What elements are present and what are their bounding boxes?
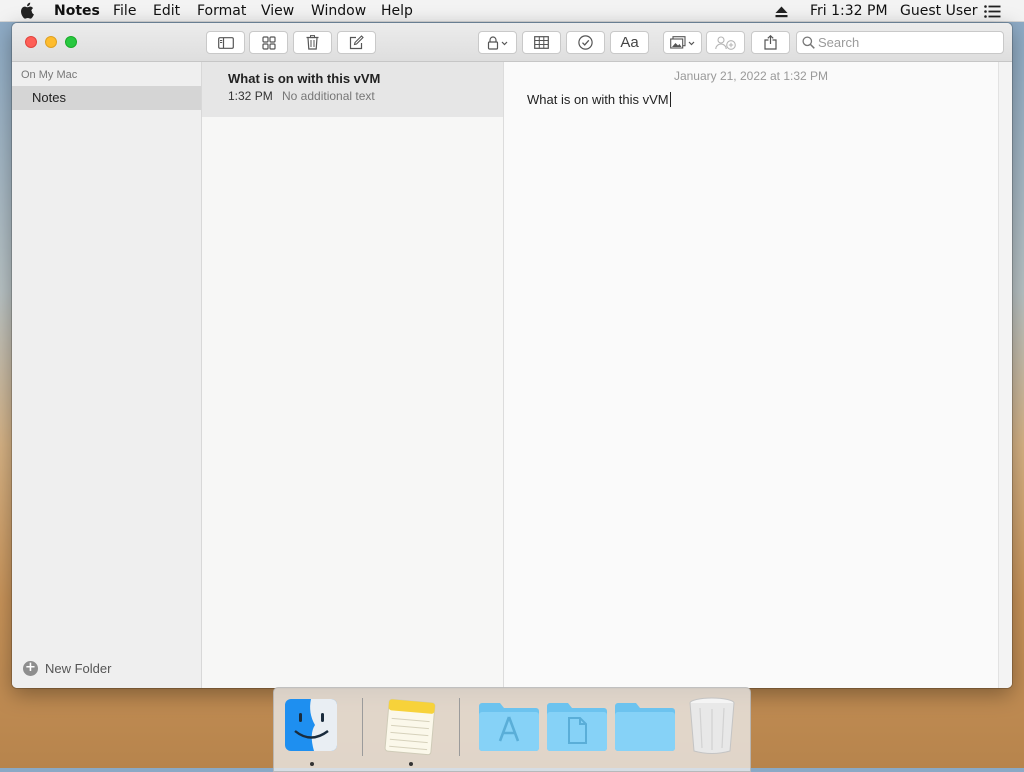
- note-date: January 21, 2022 at 1:32 PM: [673, 69, 829, 83]
- close-button[interactable]: [25, 36, 37, 48]
- running-indicator: [310, 762, 314, 766]
- zoom-button[interactable]: [65, 36, 77, 48]
- list-icon[interactable]: [984, 5, 1001, 23]
- menu-file[interactable]: File: [113, 2, 136, 20]
- sidebar-item-label: Notes: [32, 90, 66, 105]
- lock-button[interactable]: [478, 31, 517, 54]
- documents-folder-icon[interactable]: [546, 700, 608, 756]
- search-field[interactable]: [796, 31, 1004, 54]
- note-body-text[interactable]: What is on with this vVM: [527, 92, 671, 107]
- share-icon: [764, 35, 777, 50]
- menu-edit[interactable]: Edit: [153, 2, 180, 20]
- running-indicator: [409, 762, 413, 766]
- note-title: What is on with this vVM: [228, 71, 381, 86]
- text-style-icon: Aa: [620, 34, 639, 51]
- gallery-icon: [261, 35, 276, 50]
- text-cursor: [669, 92, 671, 107]
- new-folder-button[interactable]: + New Folder: [23, 659, 111, 677]
- menu-help[interactable]: Help: [381, 2, 413, 20]
- minimize-button[interactable]: [45, 36, 57, 48]
- sidebar-toggle-button[interactable]: [206, 31, 245, 54]
- trash-icon: [306, 35, 319, 50]
- note-list: What is on with this vVM 1:32 PM No addi…: [202, 62, 504, 688]
- eject-icon[interactable]: [775, 5, 788, 23]
- sidebar-section-header: On My Mac: [21, 69, 78, 81]
- list-item[interactable]: What is on with this vVM 1:32 PM No addi…: [202, 62, 503, 117]
- folders-sidebar: On My Mac Notes + New Folder: [12, 62, 202, 688]
- delete-note-button[interactable]: [293, 31, 332, 54]
- notes-window: Aa On My Mac Notes: [12, 23, 1012, 688]
- dock-separator: [362, 698, 363, 756]
- dock-separator: [459, 698, 460, 756]
- downloads-folder-icon[interactable]: [614, 700, 676, 756]
- applications-folder-icon[interactable]: [478, 700, 540, 756]
- lock-icon: [487, 35, 509, 50]
- sidebar-item-notes[interactable]: Notes: [12, 86, 201, 110]
- text-style-button[interactable]: Aa: [610, 31, 649, 54]
- menu-user[interactable]: Guest User: [900, 2, 977, 20]
- note-editor[interactable]: January 21, 2022 at 1:32 PM What is on w…: [504, 62, 998, 688]
- sidebar-toggle-icon: [217, 36, 234, 49]
- dock: [273, 687, 751, 772]
- menu-view[interactable]: View: [261, 2, 294, 20]
- collaborate-button[interactable]: [706, 31, 745, 54]
- note-body-content: What is on with this vVM: [527, 92, 669, 107]
- trash-can-icon[interactable]: [688, 696, 736, 760]
- notes-app-icon[interactable]: [382, 698, 438, 760]
- menu-window[interactable]: Window: [311, 2, 366, 20]
- table-button[interactable]: [522, 31, 561, 54]
- menu-clock[interactable]: Fri 1:32 PM: [810, 2, 888, 20]
- checklist-button[interactable]: [566, 31, 605, 54]
- note-time: 1:32 PM: [228, 89, 273, 103]
- toolbar: Aa: [12, 23, 1012, 62]
- search-input[interactable]: [818, 34, 998, 51]
- scrollbar-track[interactable]: [998, 62, 1012, 688]
- collaborate-icon: [714, 35, 737, 50]
- media-icon: [669, 35, 696, 50]
- note-preview: No additional text: [282, 89, 375, 103]
- checklist-icon: [578, 35, 593, 50]
- menu-app-name[interactable]: Notes: [54, 2, 100, 20]
- menu-format[interactable]: Format: [197, 2, 246, 20]
- media-button[interactable]: [663, 31, 702, 54]
- new-note-button[interactable]: [337, 31, 376, 54]
- compose-icon: [349, 35, 364, 50]
- plus-circle-icon: +: [23, 660, 38, 676]
- new-folder-label: New Folder: [45, 660, 112, 676]
- menu-bar: Notes File Edit Format View Window Help …: [0, 0, 1024, 22]
- finder-icon[interactable]: [284, 698, 338, 756]
- table-icon: [534, 36, 549, 49]
- apple-icon[interactable]: [20, 2, 34, 24]
- gallery-view-button[interactable]: [249, 31, 288, 54]
- share-button[interactable]: [751, 31, 790, 54]
